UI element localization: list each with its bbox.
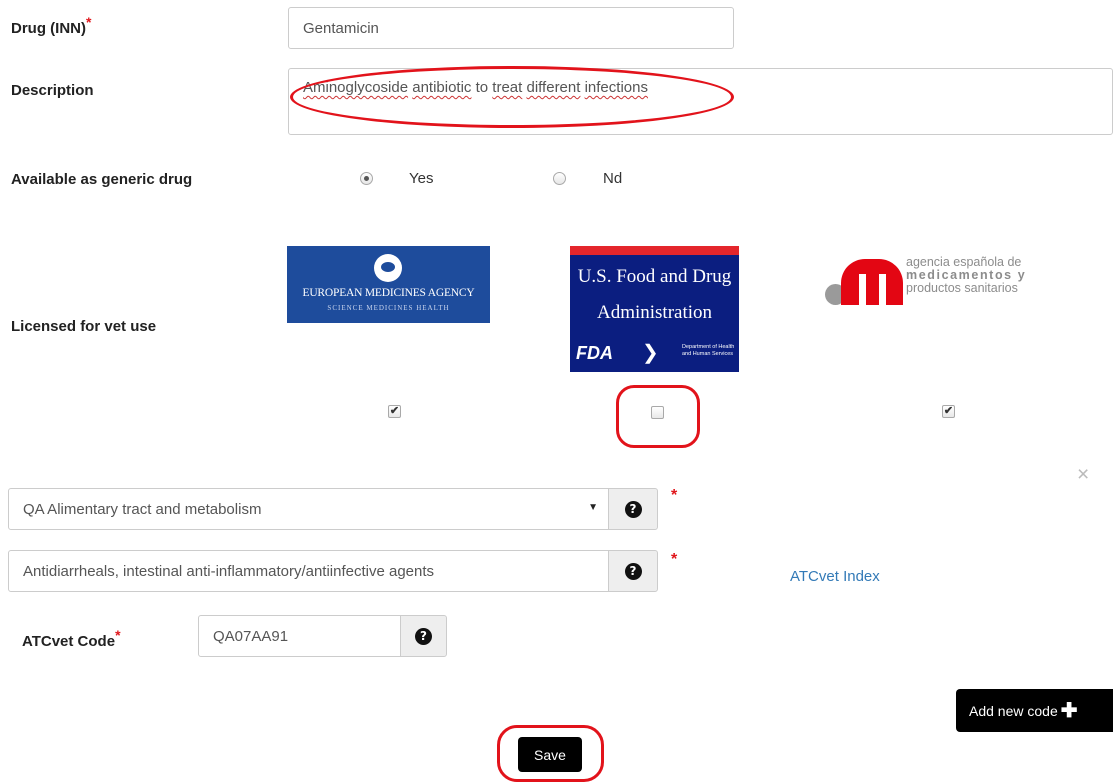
aemps-m-icon — [841, 259, 903, 305]
hhs-eagle-icon: ❯ — [642, 342, 659, 364]
drug-label: Drug (INN)* — [11, 14, 92, 37]
ema-tagline: SCIENCE MEDICINES HEALTH — [327, 304, 450, 312]
generic-drug-label: Available as generic drug — [11, 171, 193, 188]
description-label: Description — [11, 82, 94, 99]
drug-input[interactable]: Gentamicin — [288, 7, 734, 49]
aemps-checkbox[interactable]: ✔ — [942, 405, 955, 418]
fda-checkbox[interactable] — [651, 406, 664, 419]
fda-mark: FDA — [576, 343, 613, 363]
atcvet-code-label: ATCvet Code* — [22, 627, 121, 650]
plus-icon: ✚ — [1060, 699, 1078, 722]
generic-yes-label: Yes — [409, 170, 434, 187]
drug-input-value: Gentamicin — [303, 19, 379, 37]
ema-name: EUROPEAN MEDICINES AGENCY — [302, 287, 475, 299]
fda-name-line1: U.S. Food and Drug — [577, 266, 732, 287]
chevron-down-icon: ▼ — [588, 502, 598, 513]
atc-group-select-value: QA Alimentary tract and metabolism — [23, 500, 262, 518]
ema-logo: EUROPEAN MEDICINES AGENCY SCIENCE MEDICI… — [287, 246, 490, 323]
add-new-code-label: Add new code — [969, 702, 1058, 719]
add-new-code-button[interactable]: Add new code ✚ — [956, 689, 1113, 732]
fda-logo: U.S. Food and Drug Administration FDA ❯ … — [570, 246, 739, 372]
atcvet-code-input[interactable]: QA07AA91 — [198, 615, 401, 657]
atc-subgroup-required-mark: * — [671, 551, 678, 568]
atc-subgroup-input[interactable]: Antidiarrheals, intestinal anti-inflamma… — [8, 550, 609, 592]
atc-group-help-button[interactable]: ? — [608, 488, 658, 530]
ema-emblem-icon — [374, 254, 402, 282]
atc-subgroup-value: Antidiarrheals, intestinal anti-inflamma… — [23, 562, 435, 580]
atcvet-code-help-button[interactable]: ? — [400, 615, 447, 657]
licensed-vet-label: Licensed for vet use — [11, 318, 157, 335]
description-text: Aminoglycoside antibiotic to treat diffe… — [303, 79, 648, 96]
close-icon[interactable]: × — [1077, 463, 1089, 487]
atc-group-select[interactable]: QA Alimentary tract and metabolism ▼ — [8, 488, 609, 530]
aemps-text: agencia española de medicamentos y produ… — [906, 255, 1027, 295]
generic-nd-radio[interactable] — [553, 172, 566, 185]
ema-checkbox[interactable]: ✔ — [388, 405, 401, 418]
save-button[interactable]: Save — [518, 737, 582, 772]
hhs-dept-text: Department of Health and Human Services — [682, 344, 735, 357]
question-icon: ? — [624, 562, 642, 580]
question-icon: ? — [624, 500, 642, 518]
atc-group-required-mark: * — [671, 487, 678, 504]
atcvet-code-value: QA07AA91 — [213, 627, 289, 645]
save-label: Save — [534, 746, 566, 763]
question-icon: ? — [415, 627, 432, 645]
generic-yes-radio[interactable] — [360, 172, 373, 185]
aemps-logo: agencia española de medicamentos y produ… — [825, 256, 1105, 312]
atc-subgroup-help-button[interactable]: ? — [608, 550, 658, 592]
atcvet-index-link[interactable]: ATCvet Index — [790, 568, 880, 585]
generic-nd-label: Nd — [603, 170, 623, 187]
fda-name-line2: Administration — [596, 302, 713, 323]
description-textarea[interactable]: Aminoglycoside antibiotic to treat diffe… — [288, 68, 1113, 135]
